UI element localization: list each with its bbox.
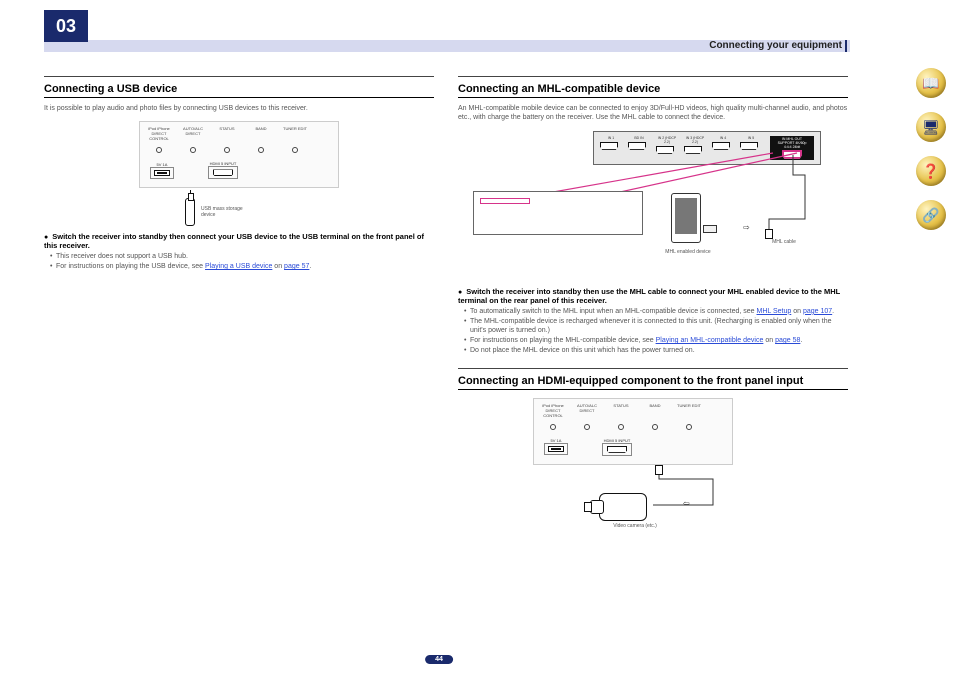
mhl-phone-caption: MHL enabled device [661,249,715,255]
mhl-notes: To automatically switch to the MHL input… [458,307,848,356]
mhl-diagram: IN 1 BD IN IN 2 (HDCP 2.2) IN 3 (HDCP 2.… [458,131,848,281]
usb-diagram: iPod iPhone DIRECT CONTROL AUTO/ALC DIRE… [44,121,434,226]
usb-device-caption: USB mass storage device [201,206,251,218]
book-icon[interactable]: 📖 [916,68,946,98]
chapter-header: 03 Connecting your equipment [0,22,878,52]
mhl-cable-caption: MHL cable [759,239,809,245]
usb-step: Switch the receiver into standby then co… [44,232,434,250]
camcorder-caption: Video camera (etc.) [595,523,675,529]
page-number: 44 [425,654,453,663]
link-playing-usb[interactable]: Playing a USB device [205,263,272,270]
mhl-intro: An MHL-compatible mobile device can be c… [458,104,848,123]
link-page-58[interactable]: page 58 [775,337,800,344]
link-page-57[interactable]: page 57 [284,263,309,270]
hdmi-front-diagram: iPod iPhone DIRECT CONTROL AUTO/ALC DIRE… [458,398,848,525]
link-playing-mhl[interactable]: Playing an MHL-compatible device [656,337,764,344]
left-column: Connecting a USB device It is possible t… [44,72,434,531]
help-icon[interactable]: ❓ [916,156,946,186]
register-icon[interactable]: 🖥 [916,112,946,142]
heading-usb: Connecting a USB device [44,83,434,95]
heading-hdmi-front: Connecting an HDMI-equipped component to… [458,375,848,387]
mhl-step: Switch the receiver into standby then us… [458,287,848,305]
usb-notes: This receiver does not support a USB hub… [44,252,434,272]
usb-intro: It is possible to play audio and photo f… [44,104,434,113]
link-mhl-setup[interactable]: MHL Setup [757,308,792,315]
right-column: Connecting an MHL-compatible device An M… [458,72,848,531]
chapter-number: 03 [44,10,88,42]
heading-mhl: Connecting an MHL-compatible device [458,83,848,95]
chapter-title: Connecting your equipment [707,40,844,52]
sidebar-icons: 📖 🖥 ❓ 🔗 [916,68,946,230]
network-icon[interactable]: 🔗 [916,200,946,230]
link-page-107[interactable]: page 107 [803,308,832,315]
